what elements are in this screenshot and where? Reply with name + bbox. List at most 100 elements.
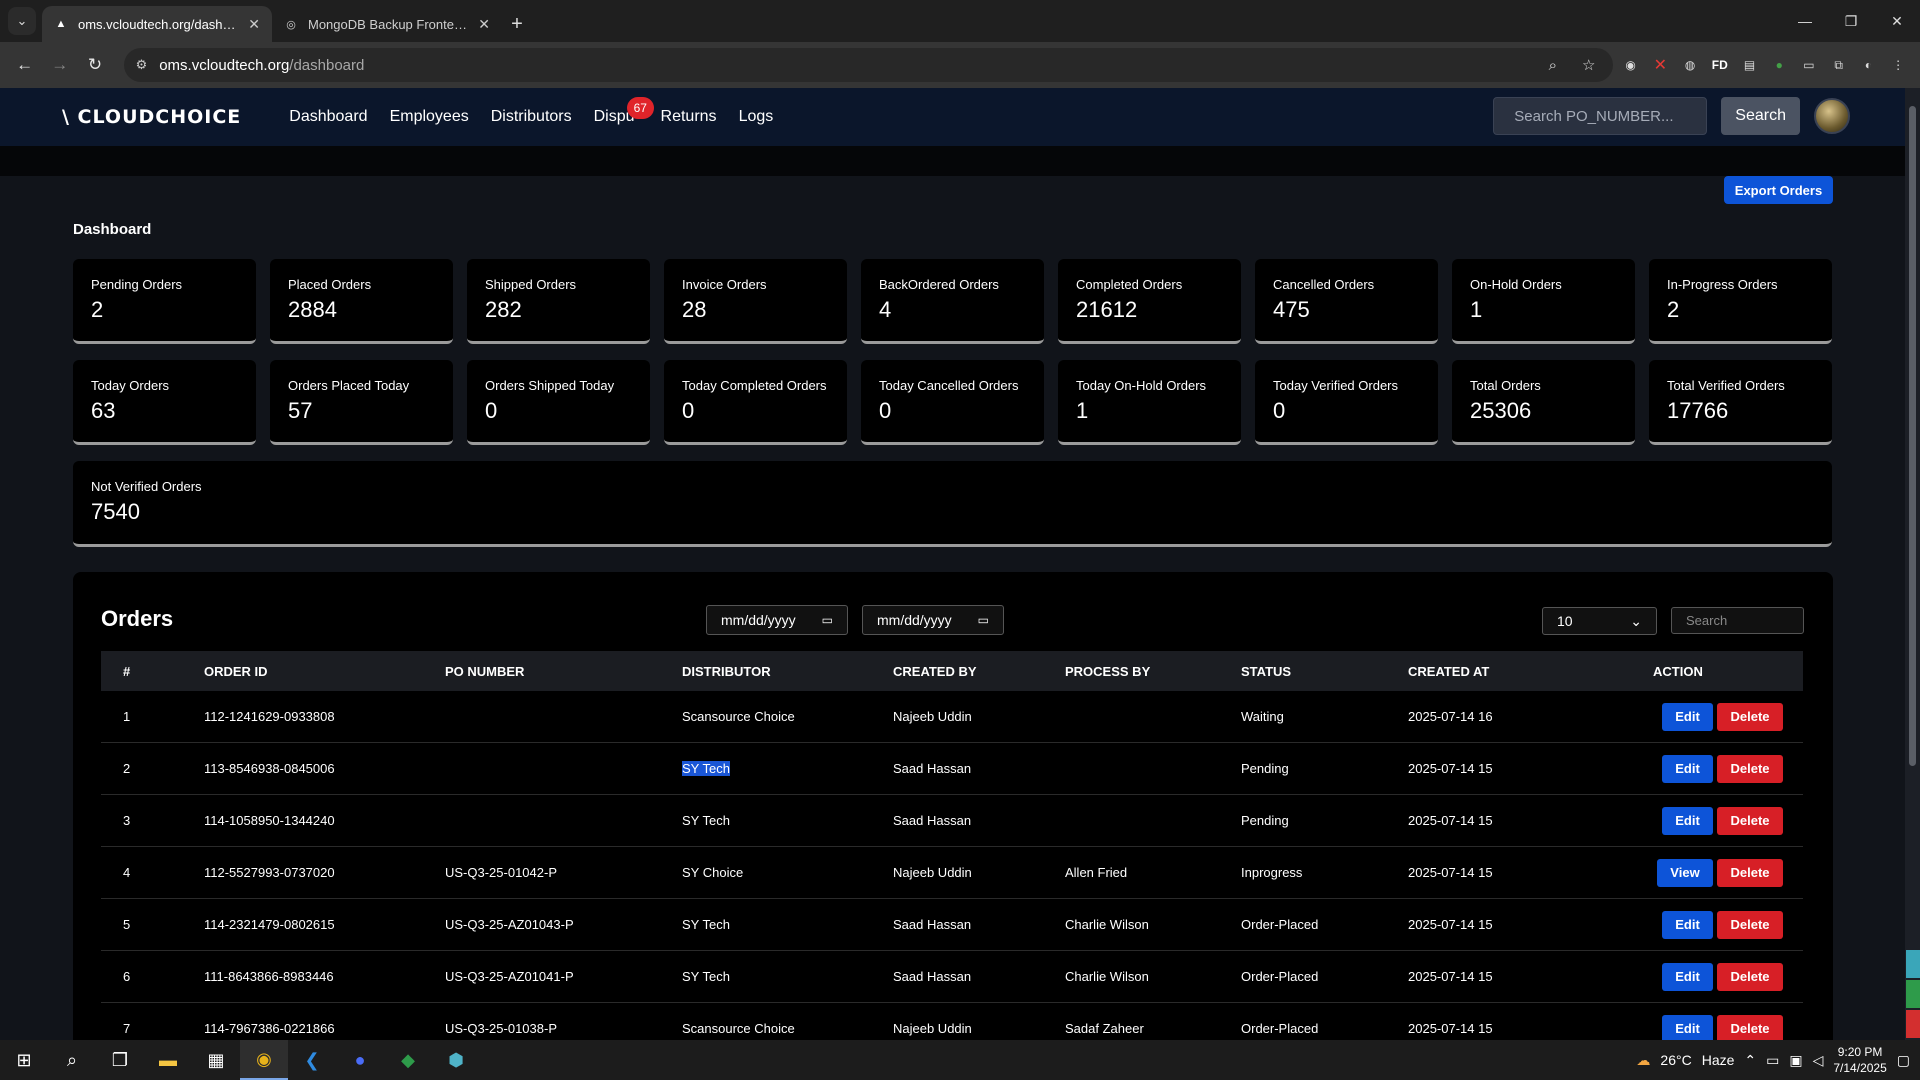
date-from-input[interactable]: mm/dd/yyyy ▭: [706, 605, 848, 635]
vscode-icon[interactable]: ❮: [288, 1040, 336, 1080]
nav-link-dashboard[interactable]: Dashboard: [289, 108, 367, 126]
extension-glasses-icon[interactable]: ◉: [1619, 52, 1643, 78]
tray-chevron-icon[interactable]: ⌃: [1744, 1052, 1756, 1069]
stat-card-on-hold-orders[interactable]: On-Hold Orders 1: [1452, 259, 1635, 344]
extension-shield-icon[interactable]: ●: [1767, 52, 1791, 78]
stat-card-today-verified-orders[interactable]: Today Verified Orders 0: [1255, 360, 1438, 445]
stat-card-today-on-hold-orders[interactable]: Today On-Hold Orders 1: [1058, 360, 1241, 445]
restore-icon[interactable]: ❐: [1828, 0, 1874, 42]
bookmark-star-icon[interactable]: ☆: [1577, 56, 1601, 74]
delete-button[interactable]: Delete: [1717, 910, 1783, 939]
task-view-icon[interactable]: ❐: [96, 1040, 144, 1080]
extensions-puzzle-icon[interactable]: ⧉: [1827, 52, 1851, 78]
side-tab-green[interactable]: [1906, 980, 1920, 1008]
edit-button[interactable]: Edit: [1662, 962, 1713, 991]
forward-arrow-icon[interactable]: →: [45, 49, 74, 81]
reload-icon[interactable]: ↻: [80, 49, 109, 81]
stat-card-today-orders[interactable]: Today Orders 63: [73, 360, 256, 445]
stat-card-today-cancelled-orders[interactable]: Today Cancelled Orders 0: [861, 360, 1044, 445]
battery-icon[interactable]: ▭: [1766, 1052, 1779, 1069]
delete-button[interactable]: Delete: [1717, 806, 1783, 835]
extension-globe-icon[interactable]: ◍: [1678, 52, 1702, 78]
tab-close-icon[interactable]: ✕: [478, 16, 490, 33]
windows-start-icon[interactable]: ⊞: [0, 1040, 48, 1080]
taskbar-search-icon[interactable]: ⌕: [48, 1040, 96, 1080]
new-tab-plus-icon[interactable]: +: [502, 6, 532, 42]
browser-menu-icon[interactable]: ⋮: [1886, 52, 1910, 78]
side-tab-red[interactable]: [1906, 1010, 1920, 1038]
table-search-input[interactable]: [1671, 607, 1804, 634]
export-orders-button[interactable]: Export Orders: [1724, 176, 1833, 204]
po-number-search-input[interactable]: [1493, 97, 1708, 135]
stat-card-in-progress-orders[interactable]: In-Progress Orders 2: [1649, 259, 1832, 344]
weather-temp[interactable]: 26°C: [1660, 1052, 1691, 1068]
edit-button[interactable]: Edit: [1662, 806, 1713, 835]
tab-search-chevron-icon[interactable]: ⌄: [8, 7, 36, 35]
mongodb-compass-icon[interactable]: ◆: [384, 1040, 432, 1080]
date-to-input[interactable]: mm/dd/yyyy ▭: [862, 605, 1004, 635]
stat-card-orders-placed-today[interactable]: Orders Placed Today 57: [270, 360, 453, 445]
weather-icon[interactable]: ☁: [1636, 1052, 1650, 1069]
store-icon[interactable]: ▦: [192, 1040, 240, 1080]
delete-button[interactable]: Delete: [1717, 858, 1783, 887]
calendar-icon[interactable]: ▭: [978, 613, 989, 627]
back-arrow-icon[interactable]: ←: [10, 49, 39, 81]
zoom-app-icon[interactable]: ●: [336, 1040, 384, 1080]
stat-card-pending-orders[interactable]: Pending Orders 2: [73, 259, 256, 344]
user-avatar[interactable]: [1814, 98, 1850, 134]
nav-link-disputes[interactable]: Dispu 67: [594, 97, 654, 126]
po-search-button[interactable]: Search: [1721, 97, 1800, 135]
delete-button[interactable]: Delete: [1717, 962, 1783, 991]
url-text[interactable]: oms.vcloudtech.org/dashboard: [159, 57, 1529, 74]
stat-card-total-verified-orders[interactable]: Total Verified Orders 17766: [1649, 360, 1832, 445]
stat-card-completed-orders[interactable]: Completed Orders 21612: [1058, 259, 1241, 344]
nav-link-employees[interactable]: Employees: [390, 108, 469, 126]
weather-text[interactable]: Haze: [1702, 1052, 1735, 1068]
extension-box-icon[interactable]: ▭: [1797, 52, 1821, 78]
stat-card-backordered-orders[interactable]: BackOrdered Orders 4: [861, 259, 1044, 344]
side-tab-teal[interactable]: [1906, 950, 1920, 978]
nav-link-returns[interactable]: Returns: [661, 108, 717, 126]
minimize-icon[interactable]: —: [1782, 0, 1828, 42]
file-explorer-icon[interactable]: ▬: [144, 1040, 192, 1080]
nav-link-distributors[interactable]: Distributors: [491, 108, 572, 126]
edit-button[interactable]: Edit: [1662, 1014, 1713, 1043]
browser-tab-mongodb[interactable]: ◎ MongoDB Backup Frontend Int ✕: [272, 6, 502, 42]
network-icon[interactable]: ▣: [1789, 1052, 1802, 1069]
cloudchoice-logo[interactable]: \ CLOUDCHOICE: [62, 106, 241, 128]
delete-button[interactable]: Delete: [1717, 1014, 1783, 1043]
stat-card-today-completed-orders[interactable]: Today Completed Orders 0: [664, 360, 847, 445]
stat-card-not-verified-orders[interactable]: Not Verified Orders 7540: [73, 461, 1832, 547]
notifications-icon[interactable]: ▢: [1897, 1052, 1910, 1069]
volume-muted-icon[interactable]: ◁: [1813, 1052, 1824, 1069]
stat-card-invoice-orders[interactable]: Invoice Orders 28: [664, 259, 847, 344]
stat-card-placed-orders[interactable]: Placed Orders 2884: [270, 259, 453, 344]
edit-button[interactable]: Edit: [1662, 910, 1713, 939]
view-button[interactable]: View: [1657, 858, 1713, 887]
chrome-icon[interactable]: ◉: [240, 1040, 288, 1080]
system-clock[interactable]: 9:20 PM 7/14/2025: [1833, 1044, 1886, 1076]
address-bar[interactable]: ⚙ oms.vcloudtech.org/dashboard ⌕ ☆: [123, 48, 1613, 82]
zoom-icon[interactable]: ⌕: [1541, 57, 1565, 74]
delete-button[interactable]: Delete: [1717, 754, 1783, 783]
scrollbar-thumb[interactable]: [1909, 106, 1916, 766]
stat-card-cancelled-orders[interactable]: Cancelled Orders 475: [1255, 259, 1438, 344]
delete-button[interactable]: Delete: [1717, 702, 1783, 731]
extension-fd-icon[interactable]: FD: [1708, 52, 1732, 78]
extension-image-icon[interactable]: ▤: [1738, 52, 1762, 78]
stat-card-orders-shipped-today[interactable]: Orders Shipped Today 0: [467, 360, 650, 445]
page-scrollbar[interactable]: [1905, 88, 1920, 1040]
profile-avatar-icon[interactable]: ◐: [1857, 52, 1881, 78]
nav-link-logs[interactable]: Logs: [739, 108, 774, 126]
browser-tab-dashboard[interactable]: ▲ oms.vcloudtech.org/dashboard ✕: [42, 6, 272, 42]
stat-card-shipped-orders[interactable]: Shipped Orders 282: [467, 259, 650, 344]
close-window-icon[interactable]: ✕: [1874, 0, 1920, 42]
edit-button[interactable]: Edit: [1662, 754, 1713, 783]
site-info-icon[interactable]: ⚙: [136, 57, 148, 73]
tab-close-icon[interactable]: ✕: [248, 16, 260, 33]
calendar-icon[interactable]: ▭: [822, 613, 833, 627]
extension-x-icon[interactable]: ✕: [1648, 52, 1672, 78]
edit-button[interactable]: Edit: [1662, 702, 1713, 731]
per-page-select[interactable]: 10 ⌄: [1542, 607, 1657, 635]
stat-card-total-orders[interactable]: Total Orders 25306: [1452, 360, 1635, 445]
